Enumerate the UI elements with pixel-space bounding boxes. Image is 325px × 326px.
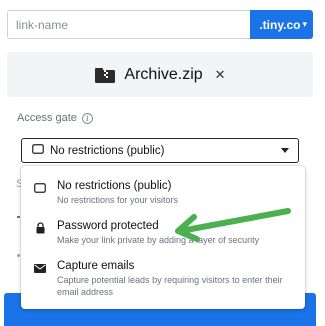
hidden-field-marker bbox=[17, 216, 20, 218]
square-outline-icon bbox=[32, 144, 44, 157]
zip-file-icon bbox=[94, 66, 116, 84]
chevron-down-icon: ▾ bbox=[302, 19, 307, 29]
menu-item-password-protected[interactable]: Password protected Make your link privat… bbox=[21, 219, 305, 246]
menu-item-capture-emails[interactable]: Capture emails Capture potential leads b… bbox=[21, 259, 305, 298]
access-gate-label-text: Access gate bbox=[17, 112, 77, 124]
domain-label: .tiny.co bbox=[259, 17, 301, 32]
link-row: .tiny.co ▾ bbox=[7, 10, 313, 39]
info-icon[interactable]: i bbox=[81, 112, 93, 124]
file-card: Archive.zip ✕ bbox=[7, 52, 313, 97]
access-gate-menu: No restrictions (public) No restrictions… bbox=[21, 166, 305, 309]
caret-down-icon bbox=[281, 148, 289, 153]
domain-select-button[interactable]: .tiny.co ▾ bbox=[250, 10, 313, 39]
menu-item-no-restrictions[interactable]: No restrictions (public) No restrictions… bbox=[21, 179, 305, 206]
menu-item-description: No restrictions for your visitors bbox=[57, 195, 179, 205]
access-gate-selected-value: No restrictions (public) bbox=[50, 144, 165, 157]
envelope-icon bbox=[33, 262, 47, 274]
access-gate-select[interactable]: No restrictions (public) bbox=[21, 138, 299, 163]
access-gate-label: Access gate i bbox=[17, 112, 93, 124]
close-icon[interactable]: ✕ bbox=[215, 67, 226, 83]
menu-item-description: Make your link private by adding a layer… bbox=[57, 235, 260, 245]
menu-item-title: Password protected bbox=[57, 220, 159, 232]
link-name-input[interactable] bbox=[7, 10, 250, 39]
lock-icon bbox=[33, 222, 47, 234]
file-name: Archive.zip bbox=[124, 65, 203, 83]
square-outline-icon bbox=[33, 182, 47, 194]
menu-item-title: Capture emails bbox=[57, 260, 135, 272]
menu-item-description: Capture potential leads by requiring vis… bbox=[57, 275, 283, 297]
hidden-field-marker bbox=[17, 254, 20, 257]
menu-item-title: No restrictions (public) bbox=[57, 180, 172, 192]
